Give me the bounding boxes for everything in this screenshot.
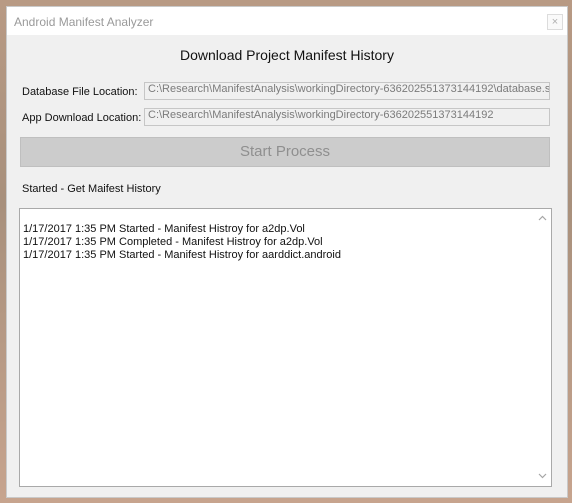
close-button[interactable]: × (547, 14, 563, 30)
log-scrollbar[interactable] (534, 209, 551, 486)
log-lines: 1/17/2017 1:35 PM Started - Manifest His… (23, 223, 341, 262)
log-textbox[interactable]: 1/17/2017 1:35 PM Started - Manifest His… (19, 208, 552, 487)
chevron-down-icon[interactable] (534, 468, 551, 485)
log-line: 1/17/2017 1:35 PM Started - Manifest His… (23, 223, 305, 235)
app-download-location-label: App Download Location: (22, 112, 142, 124)
database-location-field[interactable]: C:\Research\ManifestAnalysis\workingDire… (144, 82, 550, 100)
status-text: Started - Get Maifest History (22, 183, 161, 195)
start-process-button[interactable]: Start Process (20, 137, 550, 167)
app-download-location-field[interactable]: C:\Research\ManifestAnalysis\workingDire… (144, 108, 550, 126)
page-heading: Download Project Manifest History (180, 47, 394, 63)
database-location-label: Database File Location: (22, 86, 138, 98)
window-title: Android Manifest Analyzer (14, 15, 154, 29)
log-line: 1/17/2017 1:35 PM Started - Manifest His… (23, 249, 341, 261)
title-bar[interactable]: Android Manifest Analyzer × (7, 7, 567, 35)
app-window: Android Manifest Analyzer × Download Pro… (6, 6, 568, 498)
log-line: 1/17/2017 1:35 PM Completed - Manifest H… (23, 236, 323, 248)
chevron-up-icon[interactable] (534, 210, 551, 227)
